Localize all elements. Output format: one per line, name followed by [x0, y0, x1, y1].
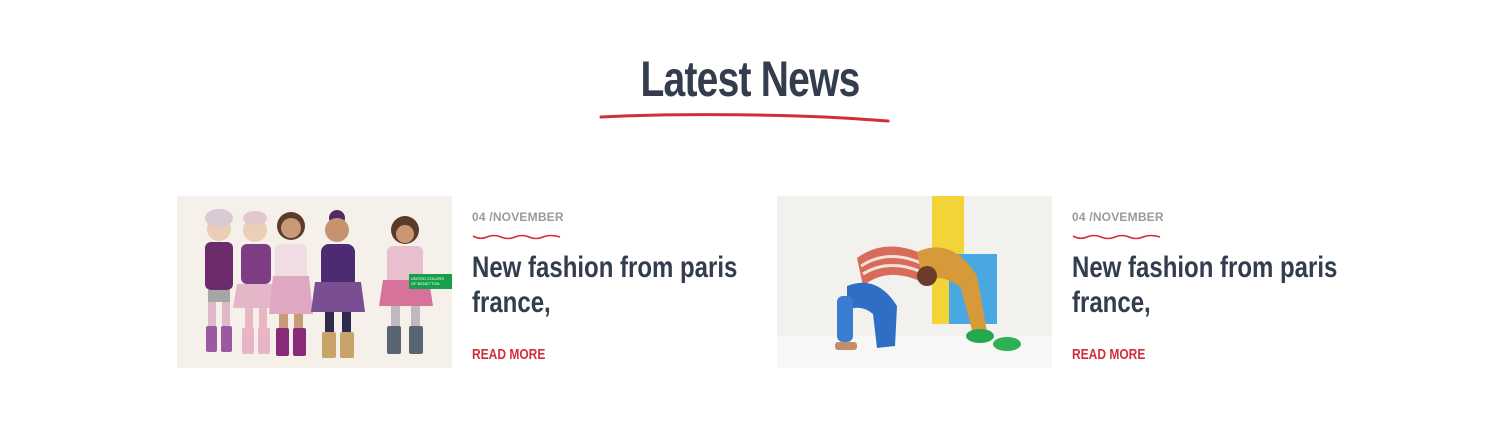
read-more-link[interactable]: READ MORE [1072, 346, 1145, 363]
news-thumbnail-kids[interactable]: UNITED COLORS OF BENETTON. [177, 196, 452, 368]
news-thumbnail-kid-bending[interactable] [777, 196, 1052, 368]
news-card-body: 04 /NOVEMBER New fashion from paris fran… [1072, 196, 1372, 368]
news-card: UNITED COLORS OF BENETTON. 04 /NOVEMBER … [177, 196, 737, 368]
title-underline [599, 113, 890, 123]
kid-bending-backwards-photo [777, 196, 1052, 368]
date-squiggle-decoration [1072, 234, 1161, 240]
svg-text:OF BENETTON.: OF BENETTON. [411, 281, 440, 286]
news-title[interactable]: New fashion from paris france, [1072, 250, 1360, 320]
news-card-body: 04 /NOVEMBER New fashion from paris fran… [472, 196, 772, 368]
news-date: 04 /NOVEMBER [1072, 210, 1164, 224]
news-date: 04 /NOVEMBER [472, 210, 564, 224]
kids-in-winter-outfits-photo: UNITED COLORS OF BENETTON. [177, 196, 452, 368]
news-card: 04 /NOVEMBER New fashion from paris fran… [777, 196, 1337, 368]
news-title[interactable]: New fashion from paris france, [472, 250, 760, 320]
section-title: Latest News [640, 51, 860, 107]
date-squiggle-decoration [472, 234, 561, 240]
read-more-link[interactable]: READ MORE [472, 346, 545, 363]
